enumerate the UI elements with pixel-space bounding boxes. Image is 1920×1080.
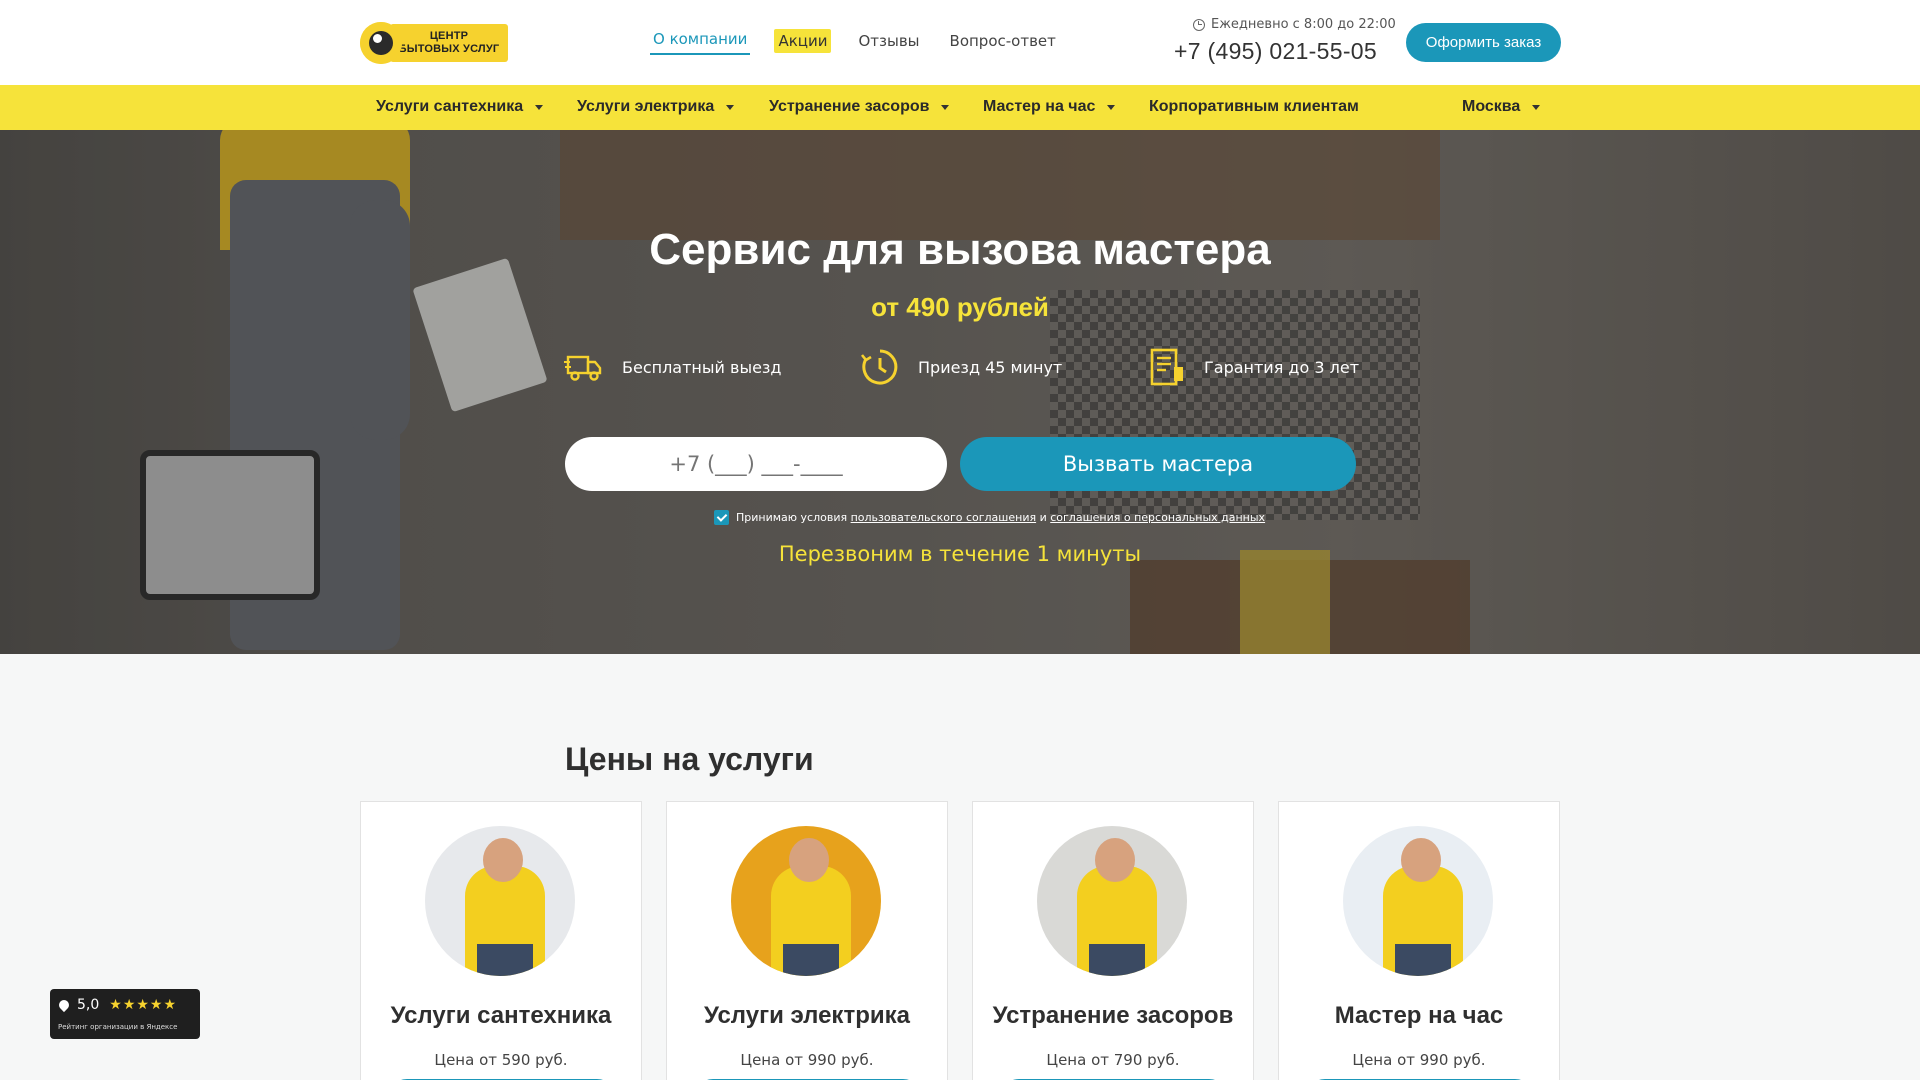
privacy-link[interactable]: соглашения о персональных данных (1050, 511, 1265, 524)
clock-icon (860, 349, 898, 385)
prices-title: Цены на услуги (565, 741, 814, 777)
feature-free-visit: Бесплатный выезд (564, 347, 781, 387)
nav-plumbing[interactable]: Услуги сантехника (376, 98, 544, 116)
header-phone[interactable]: +7 (495) 021-55-05 (1174, 38, 1377, 65)
yandex-rating-row: 5,0 ★★★★★ (56, 997, 178, 1013)
service-price: Цена от 990 руб. (740, 1051, 874, 1069)
hero-title: Сервис для вызова мастера (649, 225, 1271, 274)
chevron-down-icon (1107, 104, 1116, 110)
chevron-down-icon (1532, 104, 1541, 110)
city-select[interactable]: Москва (1462, 98, 1541, 116)
clock-icon (1193, 18, 1205, 31)
service-card[interactable]: Услуги сантехника Цена от 590 руб. (360, 801, 642, 1080)
city-label: Москва (1462, 98, 1521, 115)
hero-subtitle: от 490 рублей (871, 292, 1049, 322)
agree-prefix: Принимаю условия (736, 511, 848, 524)
service-name: Мастер на час (1334, 1002, 1504, 1029)
feature-free-visit-label: Бесплатный выезд (622, 357, 782, 377)
nav-clogs[interactable]: Устранение засоров (769, 98, 950, 116)
service-price: Цена от 590 руб. (434, 1051, 568, 1069)
yandex-rating-caption: Рейтинг организации в Яндексе (58, 1023, 178, 1031)
topnav-about[interactable]: О компании (650, 26, 751, 55)
yandex-rating-badge[interactable]: 5,0 ★★★★★ Рейтинг организации в Яндексе (50, 989, 200, 1039)
service-photo (1037, 826, 1187, 976)
logo-gear-icon (360, 22, 402, 64)
topnav-promo[interactable]: Акции (774, 28, 832, 53)
service-name: Устранение засоров (992, 1002, 1234, 1029)
working-hours-text: Ежедневно с 8:00 до 22:00 (1211, 17, 1396, 32)
service-card[interactable]: Мастер на час Цена от 990 руб. (1278, 801, 1560, 1080)
feature-arrival-label: Приезд 45 минут (918, 357, 1063, 377)
yandex-rating-value: 5,0 (77, 997, 100, 1013)
service-card[interactable]: Услуги электрика Цена от 990 руб. (666, 801, 948, 1080)
hero-content: Сервис для вызова мастера от 490 рублей … (0, 130, 1920, 654)
nav-handyman[interactable]: Мастер на час (983, 98, 1116, 116)
phone-input[interactable] (565, 437, 947, 491)
prices-section: Цены на услуги Услуги сантехника Цена от… (0, 654, 1920, 1080)
truck-icon (564, 355, 602, 381)
nav-electric[interactable]: Услуги электрика (577, 98, 735, 116)
site-header: ЦЕНТР БЫТОВЫХ УСЛУГ О компании Акции Отз… (0, 0, 1920, 85)
service-price: Цена от 790 руб. (1046, 1051, 1180, 1069)
service-card[interactable]: Устранение засоров Цена от 790 руб. (972, 801, 1254, 1080)
chevron-down-icon (941, 104, 950, 110)
chevron-down-icon (726, 104, 735, 110)
service-name: Услуги сантехника (390, 1002, 612, 1029)
nav-corporate[interactable]: Корпоративным клиентам (1149, 98, 1359, 116)
top-nav: О компании Акции Отзывы Вопрос-ответ (650, 26, 1083, 55)
map-pin-icon (56, 997, 72, 1013)
agree-and: и (1039, 511, 1047, 524)
service-photo (425, 826, 575, 976)
chevron-down-icon (535, 104, 544, 110)
logo-plate: ЦЕНТР БЫТОВЫХ УСЛУГ (390, 24, 508, 62)
callback-note: Перезвоним в течение 1 минуты (778, 542, 1142, 566)
document-icon (1150, 348, 1183, 386)
nav-clogs-label: Устранение засоров (769, 98, 930, 115)
feature-warranty: Гарантия до 3 лет (1146, 347, 1359, 387)
service-price: Цена от 990 руб. (1352, 1051, 1486, 1069)
nav-corporate-label: Корпоративным клиентам (1149, 98, 1359, 115)
logo[interactable]: ЦЕНТР БЫТОВЫХ УСЛУГ (360, 20, 508, 66)
main-nav: Услуги сантехника Услуги электрика Устра… (0, 85, 1920, 130)
logo-line2: БЫТОВЫХ УСЛУГ (398, 43, 500, 55)
nav-plumbing-label: Услуги сантехника (376, 98, 524, 115)
agreement: Принимаю условия пользовательского согла… (714, 510, 1265, 525)
feature-arrival: Приезд 45 минут (860, 347, 1062, 387)
call-master-button[interactable]: Вызвать мастера (960, 437, 1356, 491)
nav-electric-label: Услуги электрика (577, 98, 715, 115)
user-agreement-link[interactable]: пользовательского соглашения (851, 511, 1036, 524)
topnav-faq[interactable]: Вопрос-ответ (947, 28, 1059, 54)
service-name: Услуги электрика (704, 1002, 910, 1029)
topnav-reviews[interactable]: Отзывы (855, 28, 922, 54)
order-button[interactable]: Оформить заказ (1406, 23, 1561, 62)
agree-checkbox[interactable] (714, 510, 729, 525)
working-hours: Ежедневно с 8:00 до 22:00 (1193, 17, 1396, 32)
nav-handyman-label: Мастер на час (983, 98, 1096, 115)
rating-stars-icon: ★★★★★ (109, 997, 178, 1013)
hero-banner: Сервис для вызова мастера от 490 рублей … (0, 130, 1920, 654)
logo-line1: ЦЕНТР (429, 30, 469, 42)
service-photo (1343, 826, 1493, 976)
feature-warranty-label: Гарантия до 3 лет (1204, 357, 1360, 377)
service-photo (731, 826, 881, 976)
